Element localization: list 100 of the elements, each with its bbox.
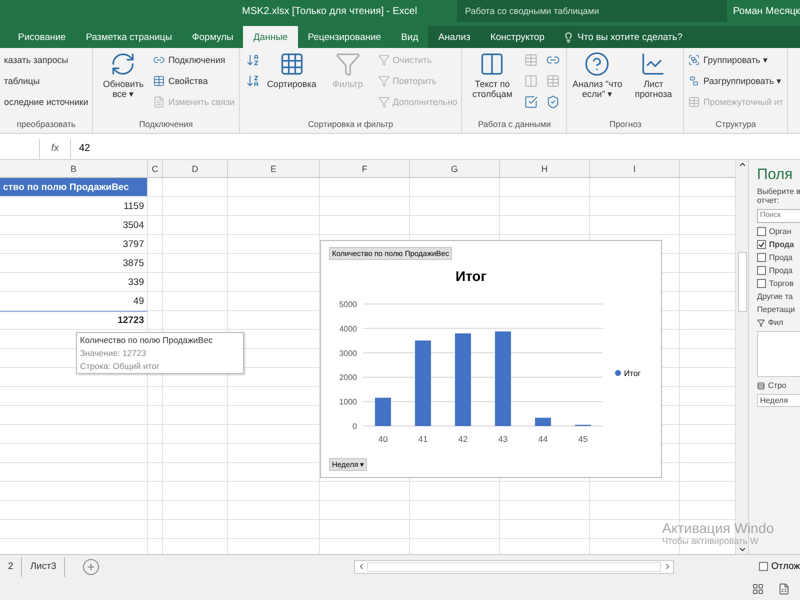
ribbon-tab[interactable]: Анализ: [428, 26, 480, 48]
table-cell: 3797: [0, 235, 148, 254]
ribbon-button[interactable]: Подключения: [153, 51, 235, 69]
ribbon-tab[interactable]: Конструктор: [480, 26, 554, 48]
checkbox[interactable]: [757, 279, 766, 288]
checkmark-icon: [758, 241, 765, 248]
field-checkbox-row[interactable]: Торгов: [757, 279, 800, 288]
column-header[interactable]: B: [0, 160, 148, 177]
field-label: Торгов: [769, 279, 794, 288]
ribbon-tab[interactable]: Рецензирование: [298, 26, 392, 48]
ribbon-tab[interactable]: Формулы: [182, 26, 244, 48]
ribbon-button[interactable]: Обновить все ▾: [97, 51, 150, 99]
column-header[interactable]: E: [228, 160, 320, 177]
column-header[interactable]: H: [500, 160, 590, 177]
defer-label: Отлож: [771, 561, 800, 572]
group-label: Подключения: [138, 119, 194, 131]
ribbon-tab[interactable]: Данные: [243, 26, 298, 48]
shield-icon: [546, 95, 560, 109]
ribbon-button[interactable]: Анализ "что если" ▾: [571, 51, 624, 99]
add-sheet-button[interactable]: [83, 558, 100, 574]
axis-tick-label: 5000: [339, 300, 357, 309]
filter-icon: [378, 96, 390, 108]
formula-field[interactable]: 42: [70, 138, 800, 158]
column-header[interactable]: I: [590, 160, 680, 177]
ribbon-tab[interactable]: Вид: [391, 26, 428, 48]
ribbon-button[interactable]: Текст по столбцам: [466, 51, 518, 99]
sort-ascending-icon: [246, 53, 260, 67]
normal-view-icon[interactable]: [752, 583, 764, 595]
column-header[interactable]: C: [148, 160, 163, 177]
pivot-header-cell: ство по полю ПродажиВес: [0, 178, 148, 197]
checkbox[interactable]: [757, 266, 766, 275]
checkbox[interactable]: [757, 240, 766, 249]
legend-label: Итог: [624, 368, 641, 378]
axis-category-label: 42: [458, 434, 468, 444]
sheet-tab[interactable]: 2: [0, 556, 22, 576]
checkbox[interactable]: [757, 253, 766, 262]
checkbox[interactable]: [759, 562, 768, 571]
ribbon-button[interactable]: таблицы: [4, 72, 88, 90]
plus-icon: [86, 562, 96, 572]
axis-tick-label: 0: [352, 422, 357, 431]
field-checkbox-row[interactable]: Прода: [757, 240, 800, 249]
axis-tick-label: 1000: [339, 398, 357, 407]
ribbon-button[interactable]: Сортировка: [266, 51, 318, 89]
function-button[interactable]: fx: [40, 143, 70, 154]
question-icon: [584, 51, 610, 77]
ungroup-icon: [688, 75, 700, 87]
activation-notice: Активация Windo: [662, 520, 774, 536]
checkbox-icon: [524, 95, 538, 109]
scroll-up-icon[interactable]: [738, 160, 746, 169]
columns-icon: [479, 51, 506, 77]
scroll-down-icon[interactable]: [738, 545, 746, 554]
ribbon-button[interactable]: Свойства: [153, 72, 235, 90]
activation-notice: Чтобы активировать W: [662, 536, 760, 546]
field-checkbox-row[interactable]: Прода: [757, 266, 800, 275]
sheet-tab[interactable]: Лист3: [22, 556, 66, 576]
checkbox[interactable]: [757, 227, 766, 236]
ribbon-button[interactable]: Лист прогноза: [627, 51, 680, 99]
chart-bar: [375, 398, 391, 426]
line-chart-icon: [640, 51, 666, 77]
filter-icon: [334, 51, 361, 77]
table-cell: 1159: [0, 197, 148, 216]
group-label: Прогноз: [608, 119, 642, 131]
axis-category-label: 45: [578, 434, 588, 444]
scrollbar-thumb[interactable]: [738, 252, 746, 312]
tooltip-title: Количество по полю ПродажиВес: [80, 335, 214, 345]
ribbon-button[interactable]: Группировать ▾: [688, 51, 784, 69]
ribbon-button[interactable]: Разгруппировать ▾: [688, 72, 784, 90]
filter-icon: [378, 54, 390, 66]
ribbon-button[interactable]: казать запросы: [4, 51, 88, 69]
table-cell: 3875: [0, 254, 148, 273]
table-cell: 339: [0, 273, 148, 292]
field-label: Прода: [769, 253, 793, 262]
row-field-item[interactable]: Неделя: [757, 394, 800, 407]
axis-category-label: 41: [418, 434, 428, 444]
axis-category-label: 43: [498, 434, 508, 444]
link-icon: [153, 54, 166, 66]
refresh-icon: [110, 51, 136, 77]
field-checkbox-row[interactable]: Прода: [757, 253, 800, 262]
horizontal-scrollbar[interactable]: [354, 560, 674, 574]
column-header[interactable]: F: [320, 160, 410, 177]
column-header[interactable]: D: [163, 160, 228, 177]
column-header[interactable]: G: [410, 160, 500, 177]
group-label: Сортировка и фильтр: [306, 119, 394, 131]
filter-icon: [378, 75, 390, 87]
axis-tick-label: 2000: [339, 373, 357, 382]
field-checkbox-row[interactable]: Орган: [757, 227, 800, 236]
more-tables-link[interactable]: Другие та: [757, 292, 800, 301]
ribbon-tab[interactable]: Рисование: [8, 26, 76, 48]
page-layout-icon[interactable]: [778, 583, 790, 595]
group-label: Работа с данными: [477, 119, 552, 131]
columns-icon: [524, 74, 538, 88]
ribbon-tab[interactable]: Разметка страницы: [76, 26, 182, 48]
table-icon: [546, 74, 560, 88]
document-icon: [153, 96, 166, 108]
filter-icon: [757, 318, 765, 326]
ribbon-button[interactable]: оследние источники: [4, 93, 88, 111]
defer-update-row[interactable]: Отлож: [759, 561, 800, 572]
chart-bar: [535, 418, 551, 426]
table-icon: [524, 53, 538, 67]
axis-tick-label: 3000: [339, 348, 357, 358]
